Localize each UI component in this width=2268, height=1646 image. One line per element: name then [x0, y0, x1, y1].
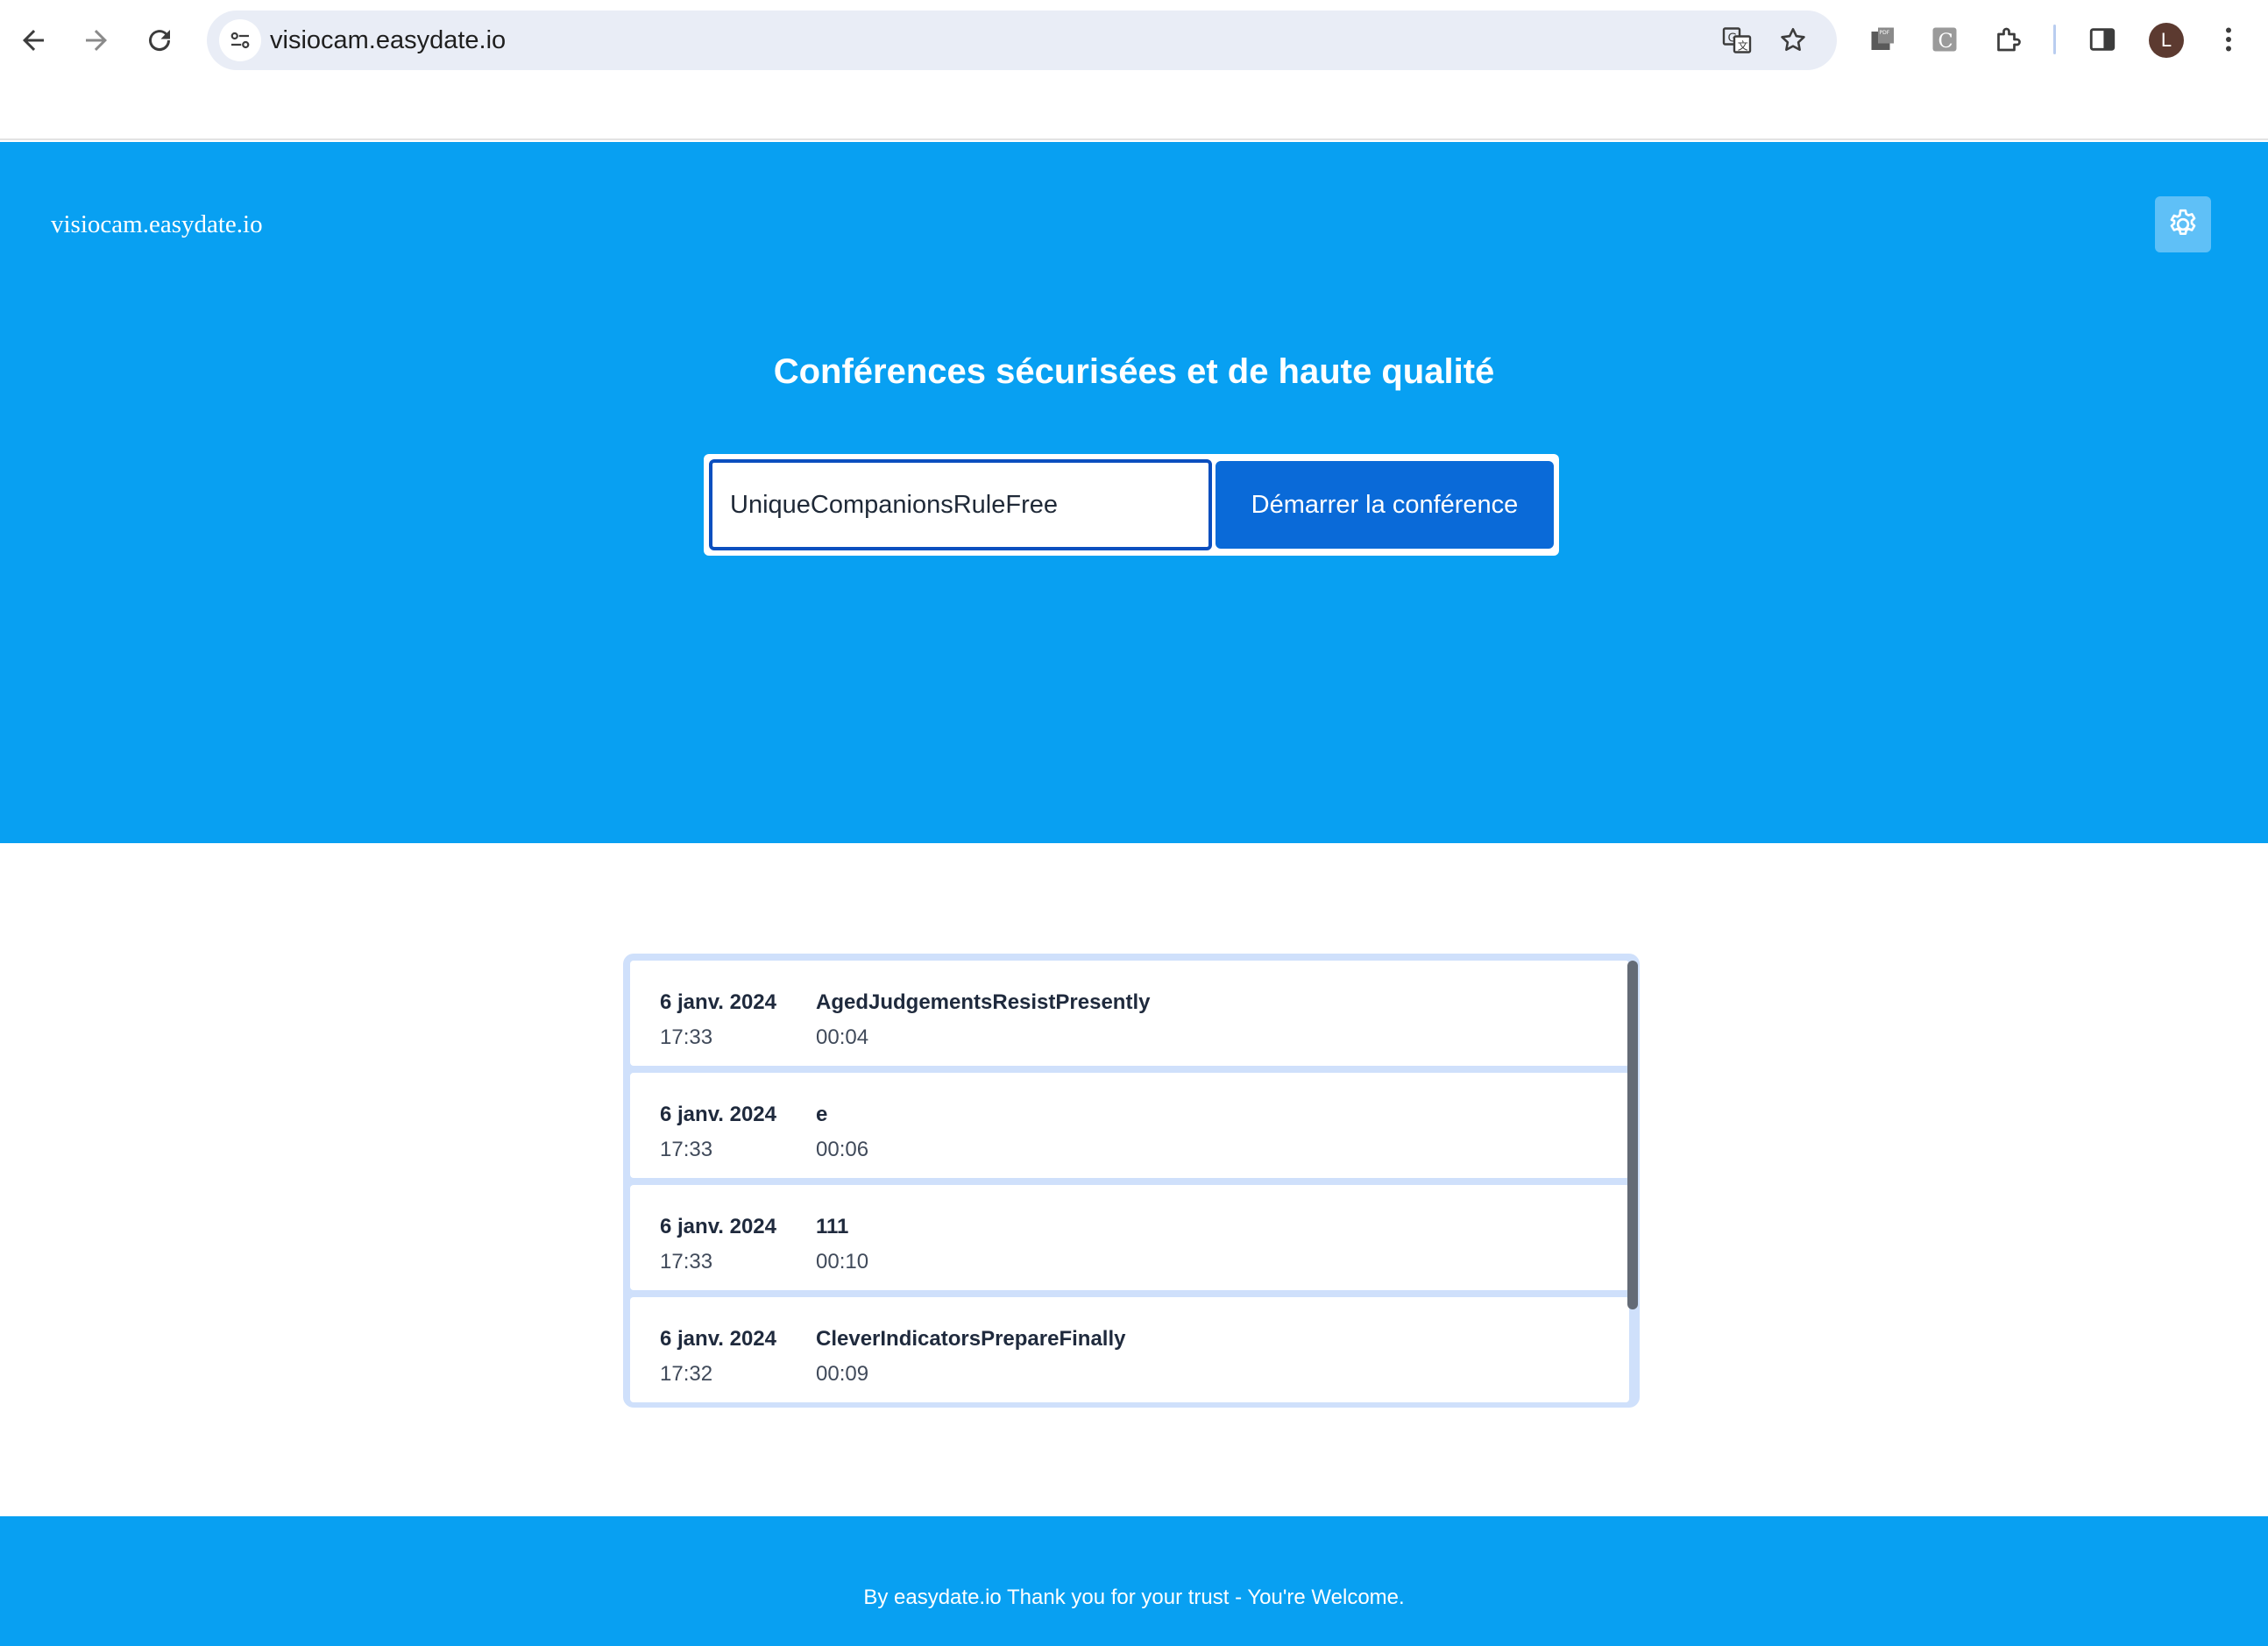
- footer: By easydate.io Thank you for your trust …: [0, 1516, 2268, 1646]
- hero-title: Conférences sécurisées et de haute quali…: [773, 352, 1495, 391]
- translate-icon[interactable]: G文: [1719, 23, 1754, 58]
- conference-time: 17:33: [660, 1138, 713, 1161]
- conference-duration: 00:06: [816, 1138, 869, 1161]
- svg-text:C: C: [1938, 30, 1953, 53]
- extension-c-icon[interactable]: C: [1924, 19, 1965, 60]
- extension-pdf-icon[interactable]: PDF: [1863, 19, 1903, 60]
- bookmark-star-icon[interactable]: [1775, 23, 1811, 58]
- history-row[interactable]: 6 janv. 2024 17:32 CleverIndicatorsPrepa…: [630, 1297, 1629, 1402]
- svg-text:PDF: PDF: [1880, 30, 1890, 36]
- room-name-input[interactable]: [709, 459, 1212, 550]
- conference-name: 111: [816, 1215, 849, 1238]
- conference-duration: 00:10: [816, 1250, 869, 1274]
- conference-name: e: [816, 1103, 828, 1126]
- reload-icon: [149, 30, 171, 52]
- svg-text:文: 文: [1738, 39, 1748, 53]
- forward-button[interactable]: [74, 18, 119, 63]
- history-row[interactable]: 6 janv. 2024 17:33 e 00:06: [630, 1073, 1629, 1178]
- history-row[interactable]: 6 janv. 2024 17:33 111 00:10: [630, 1185, 1629, 1290]
- conference-date: 6 janv. 2024: [660, 990, 776, 1014]
- browser-toolbar: visiocam.easydate.io G文 PDF C L: [0, 0, 2268, 140]
- recent-conferences-list: 6 janv. 2024 17:33 AgedJudgementsResistP…: [623, 954, 1640, 1408]
- conference-time: 17:32: [660, 1362, 713, 1386]
- history-list: 6 janv. 2024 17:33 AgedJudgementsResistP…: [630, 961, 1629, 1408]
- url-text[interactable]: visiocam.easydate.io: [270, 23, 506, 58]
- reload-button[interactable]: [137, 18, 182, 63]
- join-form: Démarrer la conférence: [704, 454, 1559, 556]
- gear-icon: [2170, 209, 2196, 235]
- back-button[interactable]: [11, 18, 56, 63]
- conference-date: 6 janv. 2024: [660, 1327, 776, 1351]
- history-row[interactable]: 6 janv. 2024 17:33 AgedJudgementsResistP…: [630, 961, 1629, 1066]
- list-scrollbar[interactable]: [1627, 961, 1638, 1309]
- toolbar-divider: [2053, 25, 2056, 54]
- footer-text: By easydate.io Thank you for your trust …: [863, 1586, 1405, 1609]
- conference-date: 6 janv. 2024: [660, 1103, 776, 1126]
- arrow-right-icon: [86, 30, 107, 51]
- arrow-left-icon: [23, 30, 44, 51]
- side-panel-icon[interactable]: [2082, 19, 2123, 60]
- start-conference-button[interactable]: Démarrer la conférence: [1216, 461, 1554, 549]
- settings-button[interactable]: [2155, 196, 2211, 252]
- conference-name: CleverIndicatorsPrepareFinally: [816, 1327, 1126, 1351]
- conference-duration: 00:09: [816, 1362, 869, 1386]
- conference-name: AgedJudgementsResistPresently: [816, 990, 1151, 1014]
- hero-section: visiocam.easydate.io Conférences sécuris…: [0, 142, 2268, 843]
- conference-time: 17:33: [660, 1025, 713, 1049]
- site-logo[interactable]: visiocam.easydate.io: [51, 210, 263, 239]
- extensions-puzzle-icon[interactable]: [1988, 19, 2028, 60]
- profile-avatar[interactable]: L: [2149, 23, 2184, 58]
- kebab-menu-icon[interactable]: [2208, 19, 2249, 60]
- conference-duration: 00:04: [816, 1025, 869, 1049]
- conference-date: 6 janv. 2024: [660, 1215, 776, 1238]
- site-info-icon[interactable]: [219, 19, 261, 61]
- conference-time: 17:33: [660, 1250, 713, 1274]
- address-bar[interactable]: visiocam.easydate.io G文: [207, 11, 1837, 70]
